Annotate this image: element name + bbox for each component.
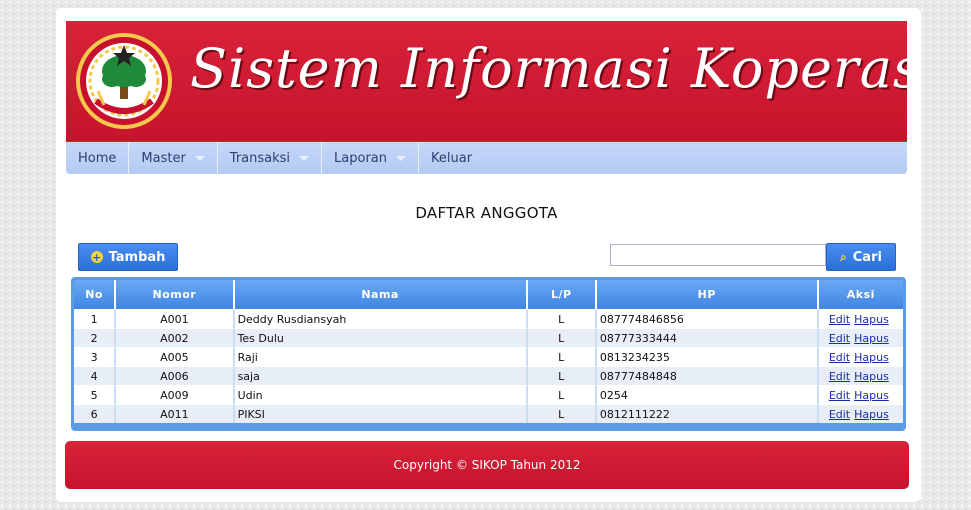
app-title: Sistem Informasi Koperasi (190, 37, 907, 100)
cell-actions: Edit Hapus (818, 328, 903, 347)
nav-item-master[interactable]: Master (129, 142, 218, 174)
cell-no: 5 (74, 385, 117, 404)
add-button-label: Tambah (108, 249, 166, 265)
main-navigation: Home Master Transaksi Laporan Keluar (66, 142, 907, 174)
cell-nama: Udin (234, 385, 528, 404)
cell-no: 3 (74, 347, 117, 366)
page-title: DAFTAR ANGGOTA (415, 204, 558, 222)
delete-link[interactable]: Hapus (854, 332, 889, 345)
cell-no: 2 (74, 328, 117, 347)
table-row: 3 A005 Raji L 0813234235 Edit Hapus (74, 347, 903, 366)
nav-item-transaksi[interactable]: Transaksi (218, 142, 323, 174)
cell-lp: L (527, 385, 597, 404)
cell-hp: 0254 (596, 385, 819, 404)
cell-nomor: A006 (116, 366, 235, 385)
delete-link[interactable]: Hapus (854, 389, 889, 402)
edit-link[interactable]: Edit (829, 370, 850, 383)
page-container: Sistem Informasi Koperasi Home Master Tr… (56, 8, 921, 502)
cell-actions: Edit Hapus (818, 385, 903, 404)
search-input[interactable] (610, 244, 826, 266)
nav-item-label: Transaksi (229, 150, 291, 166)
table-row: 2 A002 Tes Dulu L 08777333444 Edit Hapus (74, 328, 903, 347)
cell-lp: L (527, 366, 597, 385)
header-banner: Sistem Informasi Koperasi (66, 21, 907, 147)
cell-hp: 0812111222 (596, 404, 819, 423)
column-header-no: No (74, 280, 117, 309)
cell-lp: L (527, 309, 597, 328)
table-header-row: No Nomor Nama L/P HP Aksi (74, 280, 903, 309)
column-header-aksi: Aksi (818, 280, 903, 309)
nav-item-label: Laporan (334, 150, 387, 166)
nav-item-label: Home (78, 150, 117, 166)
edit-link[interactable]: Edit (829, 351, 850, 364)
cell-actions: Edit Hapus (818, 347, 903, 366)
cooperative-logo-icon (76, 33, 172, 129)
member-table: No Nomor Nama L/P HP Aksi 1 A001 Deddy R… (74, 280, 903, 423)
table-row: 1 A001 Deddy Rusdiansyah L 087774846856 … (74, 309, 903, 328)
cell-actions: Edit Hapus (818, 366, 903, 385)
cell-nomor: A001 (116, 309, 235, 328)
nav-item-label: Master (141, 150, 186, 166)
cell-nama: Raji (234, 347, 528, 366)
table-row: 5 A009 Udin L 0254 Edit Hapus (74, 385, 903, 404)
cell-nama: Tes Dulu (234, 328, 528, 347)
cell-nama: Deddy Rusdiansyah (234, 309, 528, 328)
cell-nomor: A009 (116, 385, 235, 404)
cell-lp: L (527, 328, 597, 347)
cell-nomor: A005 (116, 347, 235, 366)
nav-item-keluar[interactable]: Keluar (419, 142, 484, 174)
delete-link[interactable]: Hapus (854, 408, 889, 421)
edit-link[interactable]: Edit (829, 408, 850, 421)
cell-no: 4 (74, 366, 117, 385)
footer: Copyright © SIKOP Tahun 2012 (65, 441, 909, 489)
delete-link[interactable]: Hapus (854, 351, 889, 364)
column-header-nomor: Nomor (116, 280, 235, 309)
column-header-hp: HP (596, 280, 819, 309)
cell-nama: saja (234, 366, 528, 385)
plus-icon: + (90, 250, 103, 264)
cell-hp: 08777484848 (596, 366, 819, 385)
edit-link[interactable]: Edit (829, 313, 850, 326)
table-row: 4 A006 saja L 08777484848 Edit Hapus (74, 366, 903, 385)
chevron-down-icon (299, 155, 310, 161)
cell-lp: L (527, 404, 597, 423)
cell-hp: 08777333444 (596, 328, 819, 347)
search-icon: ⌕ (840, 249, 847, 264)
add-member-button[interactable]: + Tambah (78, 243, 178, 271)
member-table-container: No Nomor Nama L/P HP Aksi 1 A001 Deddy R… (71, 277, 906, 431)
column-header-nama: Nama (234, 280, 528, 309)
cell-hp: 0813234235 (596, 347, 819, 366)
cell-actions: Edit Hapus (818, 309, 903, 328)
edit-link[interactable]: Edit (829, 332, 850, 345)
chevron-down-icon (194, 155, 205, 161)
table-row: 6 A011 PIKSI L 0812111222 Edit Hapus (74, 404, 903, 423)
cell-nomor: A011 (116, 404, 235, 423)
cell-nomor: A002 (116, 328, 235, 347)
nav-item-laporan[interactable]: Laporan (322, 142, 419, 174)
search-button[interactable]: ⌕ Cari (826, 243, 896, 271)
cell-lp: L (527, 347, 597, 366)
cell-no: 1 (74, 309, 117, 328)
cell-hp: 087774846856 (596, 309, 819, 328)
chevron-down-icon (396, 155, 406, 161)
search-button-label: Cari (852, 249, 882, 265)
delete-link[interactable]: Hapus (854, 313, 889, 326)
nav-item-home[interactable]: Home (66, 142, 130, 174)
cell-no: 6 (74, 404, 117, 423)
column-header-lp: L/P (527, 280, 597, 309)
cell-nama: PIKSI (234, 404, 528, 423)
nav-item-label: Keluar (431, 150, 473, 166)
edit-link[interactable]: Edit (829, 389, 850, 402)
footer-copyright: Copyright © SIKOP Tahun 2012 (393, 458, 581, 472)
cell-actions: Edit Hapus (818, 404, 903, 423)
delete-link[interactable]: Hapus (854, 370, 889, 383)
